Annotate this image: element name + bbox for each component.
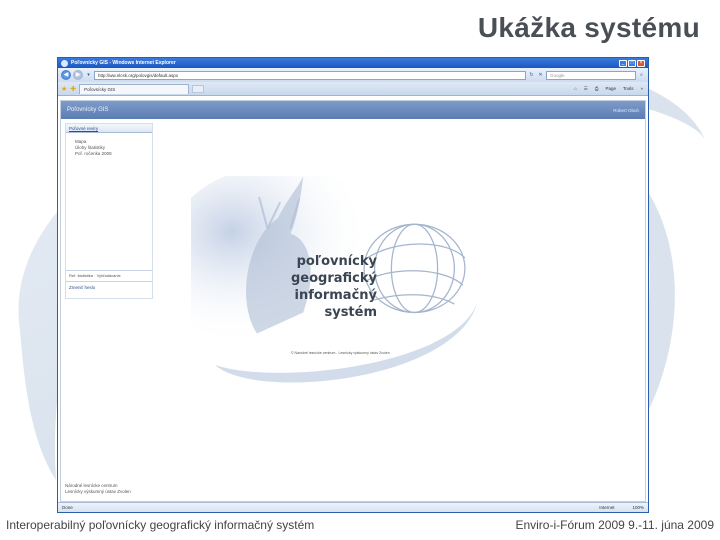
- ie-logo-icon: [61, 59, 68, 67]
- slide-title: Ukážka systému: [477, 12, 700, 43]
- sidebar-links[interactable]: Ref. štatistika · Vyhľadávanie: [69, 273, 121, 278]
- sidebar-menu: Mapa Úlohy štatistiky Poľ. ročenka 2008: [66, 133, 152, 157]
- tab-polovnicky-gis[interactable]: Poľovnícky GIS: [79, 83, 190, 94]
- slide-footer-left: Interoperabilný poľovnícky geografický i…: [6, 518, 315, 532]
- zoom-level[interactable]: 100%: [632, 505, 644, 510]
- status-text: Done: [62, 505, 73, 510]
- status-bar: Done Internet 100%: [58, 502, 648, 512]
- web-page-content: Poľovnícky GIS Robert Obuh Poľovné revír…: [60, 100, 646, 502]
- tab-bar: ★ ✚ Poľovnícky GIS ⌂ ☰ ⎙ Page Tools »: [58, 82, 648, 96]
- window-controls: _ □ ×: [619, 59, 645, 67]
- home-icon[interactable]: ⌂: [572, 86, 579, 91]
- divider: [66, 281, 152, 282]
- refresh-icon[interactable]: ↻: [528, 71, 535, 79]
- splash-line-2: geografický: [291, 271, 378, 286]
- splash-line-3: informačný: [294, 288, 378, 303]
- favorites-star-icon[interactable]: ★: [61, 85, 67, 93]
- user-name: Robert Obuh: [613, 107, 639, 113]
- app-header: Poľovnícky GIS Robert Obuh: [61, 101, 645, 119]
- browser-window: Poľovnícky GIS - Windows Internet Explor…: [57, 57, 649, 513]
- splash-line-4: systém: [324, 305, 378, 320]
- slide-footer-right: Enviro-i-Fórum 2009 9.-11. júna 2009: [515, 518, 714, 532]
- feeds-icon[interactable]: ☰: [582, 86, 590, 92]
- app-title: Poľovnícky GIS: [67, 107, 109, 113]
- tools-menu[interactable]: Tools: [621, 86, 636, 91]
- url-input[interactable]: http://ww.nlcsk.org/polovgis/default.asp…: [94, 70, 526, 80]
- sidebar: Poľovné revíry Mapa Úlohy štatistiky Poľ…: [65, 123, 153, 299]
- search-input[interactable]: Google: [546, 70, 636, 80]
- minimize-button[interactable]: _: [619, 59, 627, 67]
- sidebar-header-polovne-reviry[interactable]: Poľovné revíry: [66, 124, 152, 133]
- new-tab-button[interactable]: [192, 84, 205, 93]
- change-password-link[interactable]: Zmeniť heslo: [69, 285, 95, 290]
- security-zone: Internet: [599, 505, 615, 510]
- app-footer: Národné lesnícke centrum Lesnícky výskum…: [65, 483, 131, 495]
- close-button[interactable]: ×: [637, 59, 645, 67]
- chevron-more-icon[interactable]: »: [638, 86, 645, 91]
- browser-titlebar: Poľovnícky GIS - Windows Internet Explor…: [58, 58, 648, 68]
- stop-icon[interactable]: ✕: [537, 71, 544, 79]
- history-dropdown-icon[interactable]: ▾: [85, 71, 92, 79]
- back-button[interactable]: ◀: [61, 70, 71, 80]
- page-menu[interactable]: Page: [603, 86, 618, 91]
- divider: [66, 270, 152, 271]
- splash-title: poľovnícky geografický informačný systém: [291, 253, 377, 321]
- window-title: Poľovnícky GIS - Windows Internet Explor…: [71, 60, 176, 66]
- search-icon[interactable]: ⌕: [638, 71, 645, 79]
- sidebar-item-rocenka[interactable]: Poľ. ročenka 2008: [66, 151, 152, 157]
- address-bar: ◀ ▶ ▾ http://ww.nlcsk.org/polovgis/defau…: [58, 68, 648, 82]
- forward-button[interactable]: ▶: [73, 70, 83, 80]
- footer-line-2: Lesnícky výskumný ústav Zvolen: [65, 489, 131, 494]
- maximize-button[interactable]: □: [628, 59, 636, 67]
- splash-caption: © Národné lesnícke centrum - Lesnícky vý…: [291, 351, 390, 355]
- add-favorites-icon[interactable]: ✚: [70, 85, 76, 93]
- splash-line-1: poľovnícky: [296, 254, 378, 269]
- print-icon[interactable]: ⎙: [593, 86, 601, 91]
